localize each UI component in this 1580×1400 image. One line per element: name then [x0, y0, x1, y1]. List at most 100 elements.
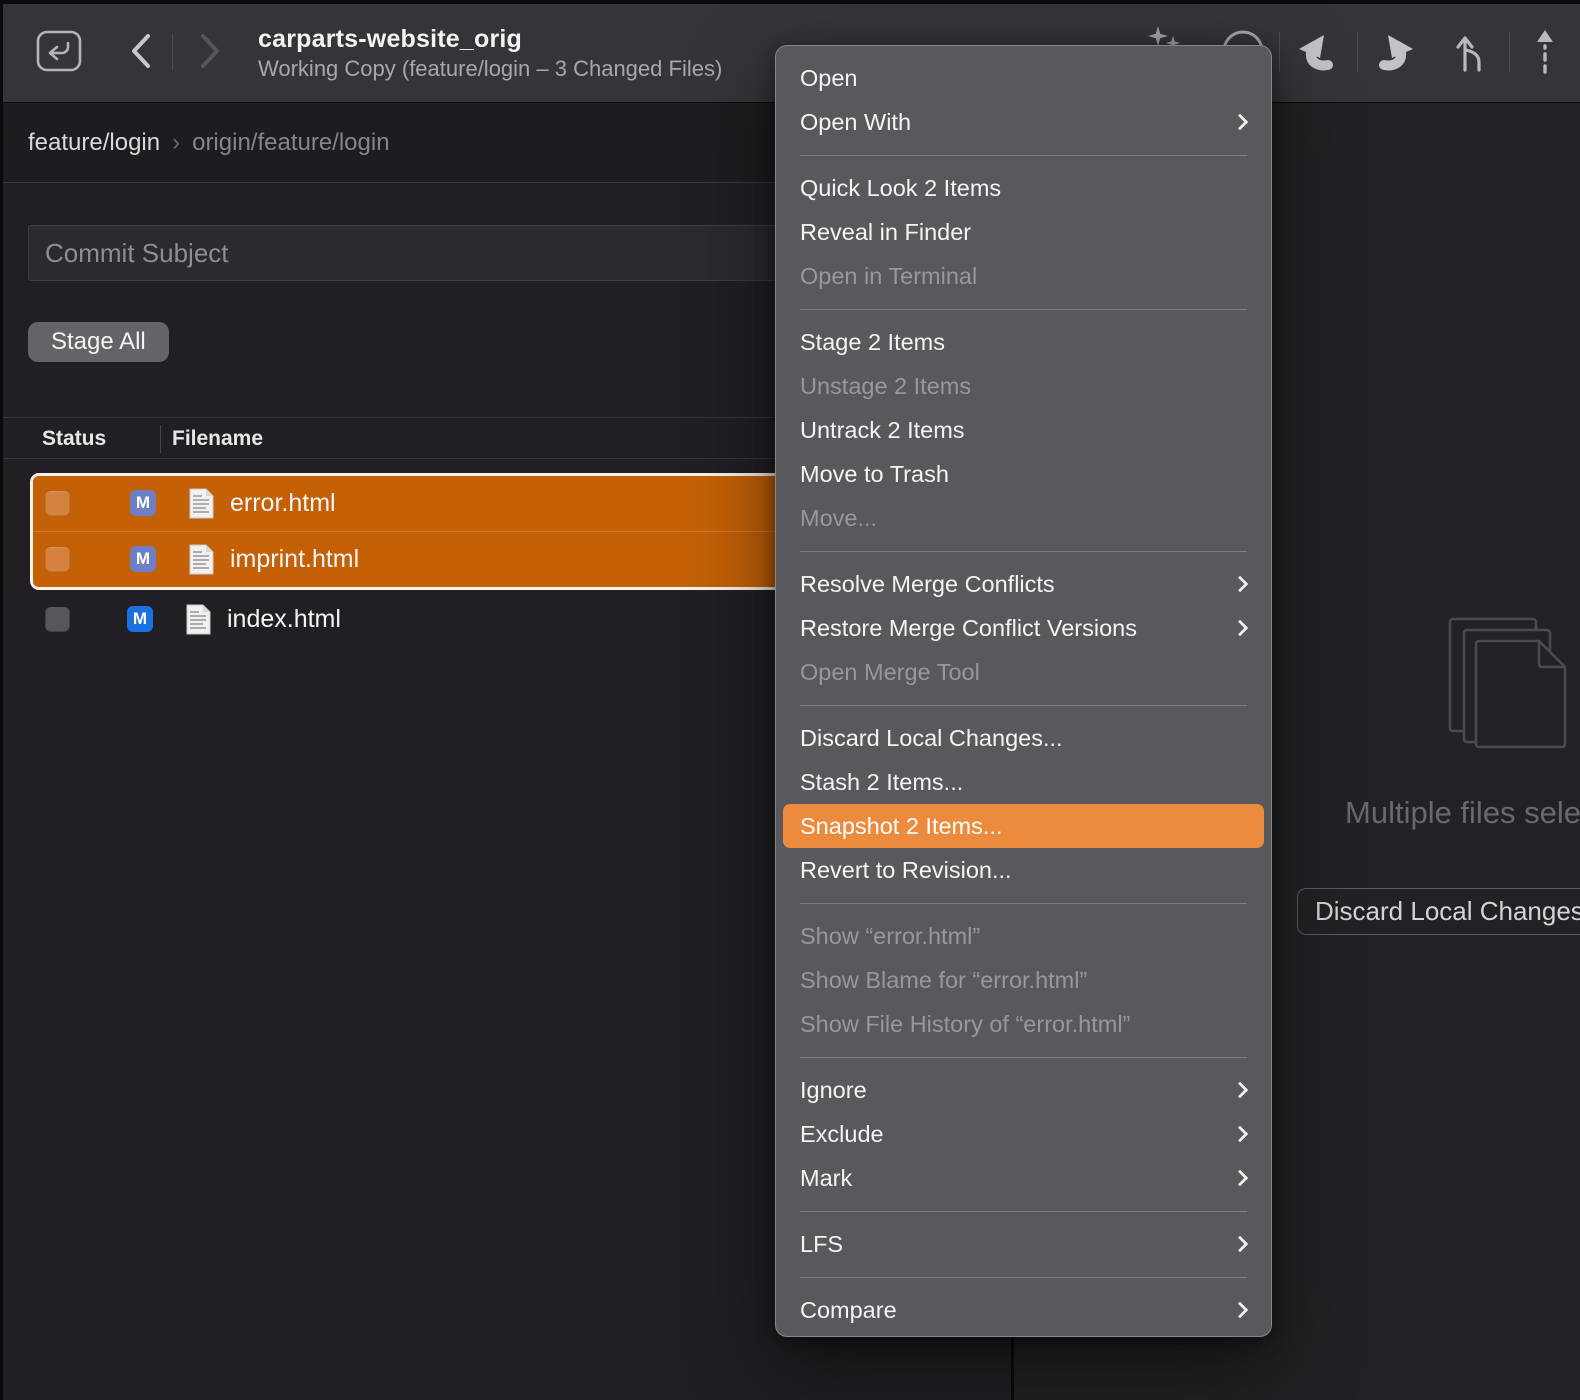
menu-item-reveal-in-finder[interactable]: Reveal in Finder [783, 210, 1264, 254]
undo-arrow-icon[interactable] [1297, 32, 1341, 77]
status-badge-modified: M [130, 490, 156, 516]
menu-item-label: Move to Trash [800, 461, 1246, 488]
menu-separator [800, 1211, 1247, 1212]
menu-item-snapshot-2-items[interactable]: Snapshot 2 Items... [783, 804, 1264, 848]
filename-label: index.html [227, 605, 341, 634]
menu-item-label: Restore Merge Conflict Versions [800, 615, 1220, 642]
filename-label: imprint.html [230, 545, 359, 574]
nav-divider [172, 34, 173, 70]
menu-item-label: Open With [800, 109, 1220, 136]
chevron-right-icon [1232, 1302, 1249, 1319]
chevron-right-icon [1232, 1126, 1249, 1143]
chevron-right-icon [1232, 1236, 1249, 1253]
menu-separator [800, 903, 1247, 904]
window-edge [0, 0, 3, 1400]
multiple-files-message: Multiple files selected [1345, 795, 1580, 831]
merge-icon[interactable] [1452, 30, 1494, 79]
status-badge-modified: M [130, 546, 156, 572]
toolbar-divider [1357, 32, 1358, 72]
menu-item-lfs[interactable]: LFS [783, 1222, 1264, 1266]
status-badge-modified: M [127, 606, 153, 632]
menu-item-move: Move... [783, 496, 1264, 540]
menu-separator [800, 1057, 1247, 1058]
menu-item-label: LFS [800, 1231, 1220, 1258]
menu-item-mark[interactable]: Mark [783, 1156, 1264, 1200]
menu-item-label: Snapshot 2 Items... [800, 813, 1246, 840]
menu-item-label: Untrack 2 Items [800, 417, 1246, 444]
window-edge [0, 0, 1580, 4]
menu-item-open[interactable]: Open [783, 56, 1264, 100]
document-icon [188, 487, 215, 520]
forward-icon[interactable] [195, 30, 225, 72]
stage-all-button[interactable]: Stage All [28, 322, 169, 362]
menu-item-label: Show File History of “error.html” [800, 1011, 1246, 1038]
menu-separator [800, 1277, 1247, 1278]
back-icon[interactable] [126, 30, 156, 72]
menu-item-quick-look-2-items[interactable]: Quick Look 2 Items [783, 166, 1264, 210]
menu-item-label: Stash 2 Items... [800, 769, 1246, 796]
chevron-right-icon [1232, 576, 1249, 593]
menu-item-label: Reveal in Finder [800, 219, 1246, 246]
menu-item-open-in-terminal: Open in Terminal [783, 254, 1264, 298]
menu-item-revert-to-revision[interactable]: Revert to Revision... [783, 848, 1264, 892]
menu-separator [800, 155, 1247, 156]
document-icon [185, 603, 212, 636]
menu-separator [800, 551, 1247, 552]
column-divider[interactable] [160, 425, 161, 453]
menu-item-show-blame-for-error-html: Show Blame for “error.html” [783, 958, 1264, 1002]
menu-item-stash-2-items[interactable]: Stash 2 Items... [783, 760, 1264, 804]
breadcrumb-branch[interactable]: feature/login [28, 129, 160, 157]
chevron-right-icon [1232, 1082, 1249, 1099]
menu-item-stage-2-items[interactable]: Stage 2 Items [783, 320, 1264, 364]
stash-arrow-icon[interactable] [1528, 28, 1562, 81]
menu-item-restore-merge-conflict-versions[interactable]: Restore Merge Conflict Versions [783, 606, 1264, 650]
breadcrumb-separator: › [172, 129, 180, 157]
app-window: carparts-website_orig Working Copy (feat… [0, 0, 1580, 1400]
menu-item-discard-local-changes[interactable]: Discard Local Changes... [783, 716, 1264, 760]
breadcrumb-remote-branch[interactable]: origin/feature/login [192, 129, 389, 157]
menu-item-untrack-2-items[interactable]: Untrack 2 Items [783, 408, 1264, 452]
menu-item-label: Discard Local Changes... [800, 725, 1246, 752]
working-copy-icon[interactable] [36, 29, 82, 73]
chevron-right-icon [1232, 114, 1249, 131]
stage-checkbox[interactable] [45, 607, 70, 632]
menu-item-show-file-history-of-error-html: Show File History of “error.html” [783, 1002, 1264, 1046]
files-stack-icon [1448, 617, 1580, 782]
menu-item-unstage-2-items: Unstage 2 Items [783, 364, 1264, 408]
menu-item-show-error-html: Show “error.html” [783, 914, 1264, 958]
menu-item-label: Resolve Merge Conflicts [800, 571, 1220, 598]
column-header-filename[interactable]: Filename [172, 427, 263, 451]
menu-item-label: Open in Terminal [800, 263, 1246, 290]
menu-item-label: Open Merge Tool [800, 659, 1246, 686]
menu-item-open-with[interactable]: Open With [783, 100, 1264, 144]
chevron-right-icon [1232, 620, 1249, 637]
stage-checkbox[interactable] [45, 491, 70, 516]
menu-item-label: Open [800, 65, 1246, 92]
menu-item-label: Show Blame for “error.html” [800, 967, 1246, 994]
menu-item-label: Unstage 2 Items [800, 373, 1246, 400]
menu-item-resolve-merge-conflicts[interactable]: Resolve Merge Conflicts [783, 562, 1264, 606]
menu-item-label: Ignore [800, 1077, 1220, 1104]
menu-item-ignore[interactable]: Ignore [783, 1068, 1264, 1112]
redo-arrow-icon[interactable] [1371, 32, 1415, 77]
menu-item-compare[interactable]: Compare [783, 1288, 1264, 1332]
menu-item-label: Compare [800, 1297, 1220, 1324]
window-subtitle: Working Copy (feature/login – 3 Changed … [258, 56, 722, 82]
discard-local-changes-button[interactable]: Discard Local Changes [1297, 888, 1580, 935]
menu-item-label: Move... [800, 505, 1246, 532]
chevron-right-icon [1232, 1170, 1249, 1187]
column-header-status[interactable]: Status [42, 427, 106, 451]
menu-item-move-to-trash[interactable]: Move to Trash [783, 452, 1264, 496]
toolbar-divider [1509, 32, 1510, 72]
toolbar-divider [1279, 32, 1280, 72]
window-title: carparts-website_orig [258, 25, 522, 54]
menu-item-label: Revert to Revision... [800, 857, 1246, 884]
document-icon [188, 543, 215, 576]
menu-item-exclude[interactable]: Exclude [783, 1112, 1264, 1156]
menu-item-label: Quick Look 2 Items [800, 175, 1246, 202]
menu-separator [800, 705, 1247, 706]
menu-item-label: Mark [800, 1165, 1220, 1192]
context-menu: Open Open With Quick Look 2 Items Reveal in… [775, 45, 1272, 1337]
menu-item-label: Show “error.html” [800, 923, 1246, 950]
stage-checkbox[interactable] [45, 547, 70, 572]
